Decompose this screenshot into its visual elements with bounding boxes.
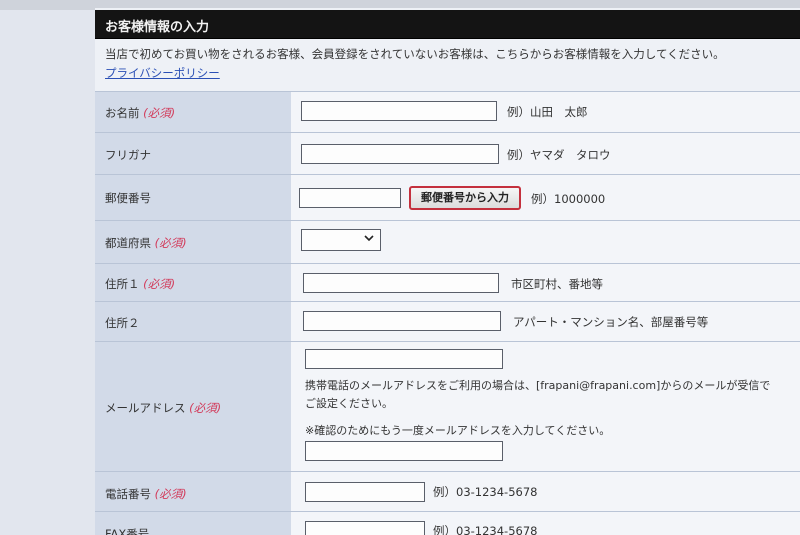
section-header: お客様情報の入力 (95, 10, 800, 39)
required-marker: (必須) (143, 106, 176, 120)
row-fax: FAX番号 例）03-1234-5678 (95, 511, 800, 535)
email-confirm-input[interactable] (305, 441, 503, 461)
row-postal: 郵便番号 郵便番号から入力 例）1000000 (95, 174, 800, 221)
row-address2: 住所２ アパート・マンション名、部屋番号等 (95, 301, 800, 342)
chevron-down-icon (364, 235, 374, 242)
fax-label: FAX番号 (105, 527, 150, 535)
email-note-line2: ご設定ください。 (305, 397, 393, 410)
postal-label: 郵便番号 (105, 191, 151, 205)
email-input[interactable] (305, 349, 503, 369)
postal-hint: 例）1000000 (531, 192, 606, 206)
postal-lookup-button[interactable]: 郵便番号から入力 (409, 186, 521, 210)
row-phone: 電話番号 (必須) 例）03-1234-5678 (95, 471, 800, 512)
section-title: お客様情報の入力 (105, 20, 210, 35)
address2-input[interactable] (303, 311, 501, 331)
phone-label: 電話番号 (必須) (105, 487, 187, 501)
name-label: お名前 (必須) (105, 106, 176, 120)
row-prefecture: 都道府県 (必須) (95, 220, 800, 264)
required-marker: (必須) (189, 401, 222, 415)
required-marker: (必須) (154, 236, 187, 250)
row-kana: フリガナ 例）ヤマダ タロウ (95, 132, 800, 175)
prefecture-label: 都道府県 (必須) (105, 236, 187, 250)
kana-label: フリガナ (105, 148, 151, 162)
phone-input[interactable] (305, 482, 425, 502)
required-marker: (必須) (154, 487, 187, 501)
required-marker: (必須) (143, 277, 176, 291)
postal-input[interactable] (299, 188, 401, 208)
row-email: メールアドレス (必須) 携帯電話のメールアドレスをご利用の場合は、[frapa… (95, 341, 800, 472)
prefecture-select[interactable] (301, 229, 381, 251)
address1-hint: 市区町村、番地等 (511, 277, 603, 291)
email-confirm-note: ※確認のためにもう一度メールアドレスを入力してください。 (305, 424, 611, 437)
row-address1: 住所１ (必須) 市区町村、番地等 (95, 263, 800, 302)
kana-hint: 例）ヤマダ タロウ (507, 148, 611, 162)
email-label: メールアドレス (必須) (105, 401, 222, 415)
fax-input[interactable] (305, 521, 425, 535)
customer-info-panel: お客様情報の入力 当店で初めてお買い物をされるお客様、会員登録をされていないお客… (95, 8, 800, 535)
fax-hint: 例）03-1234-5678 (433, 524, 538, 535)
email-note-line1: 携帯電話のメールアドレスをご利用の場合は、[frapani@frapani.co… (305, 379, 771, 392)
address2-label: 住所２ (105, 316, 140, 330)
screen: お客様情報の入力 当店で初めてお買い物をされるお客様、会員登録をされていないお客… (0, 0, 800, 535)
name-hint: 例）山田 太郎 (507, 105, 588, 119)
privacy-policy-link[interactable]: プライバシーポリシー (105, 65, 220, 81)
address1-label: 住所１ (必須) (105, 277, 176, 291)
row-name: お名前 (必須) 例）山田 太郎 (95, 91, 800, 133)
intro-text: 当店で初めてお買い物をされるお客様、会員登録をされていないお客様は、こちらからお… (105, 47, 725, 61)
left-margin (0, 0, 95, 535)
kana-input[interactable] (301, 144, 499, 164)
phone-hint: 例）03-1234-5678 (433, 485, 538, 499)
address2-hint: アパート・マンション名、部屋番号等 (513, 315, 709, 329)
name-input[interactable] (301, 101, 497, 121)
address1-input[interactable] (303, 273, 499, 293)
